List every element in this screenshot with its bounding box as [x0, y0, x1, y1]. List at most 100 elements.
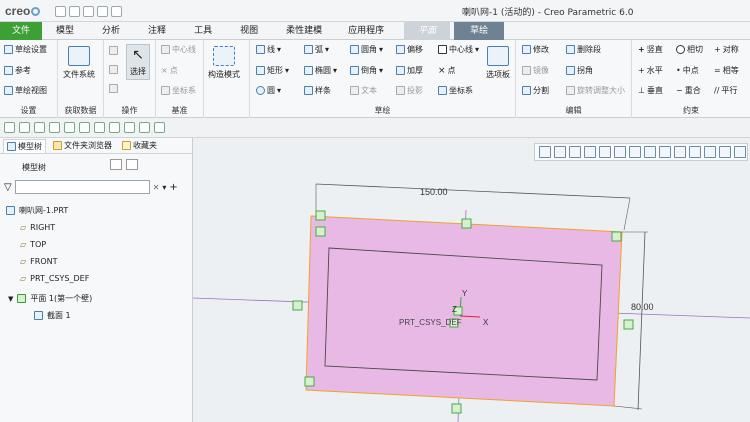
tree-item-section[interactable]: 截面 1	[6, 307, 191, 324]
refit-icon[interactable]	[539, 146, 551, 158]
display-style-icon[interactable]	[124, 122, 135, 133]
sketch-setup-button[interactable]: 草绘设置	[4, 44, 47, 55]
constraint-display-icon[interactable]	[719, 146, 731, 158]
sketch-view-icon[interactable]	[614, 146, 626, 158]
chamfer-button[interactable]: 倒角 ▾	[350, 65, 383, 76]
tree-item-part[interactable]: 喇叭网-1.PRT	[6, 202, 191, 219]
dimension-height-label[interactable]: 80.00	[631, 302, 654, 312]
tree-item-right[interactable]: ▱ RIGHT	[6, 219, 191, 236]
offset-button[interactable]: 偏移	[396, 44, 423, 55]
delete-segment-button[interactable]: 删除段	[566, 44, 601, 55]
zoom-in-icon[interactable]	[554, 146, 566, 158]
new-file-icon[interactable]	[4, 122, 15, 133]
file-system-button[interactable]: 文件系统	[63, 46, 95, 80]
equal-constraint-button[interactable]: = 相等	[714, 65, 739, 76]
drag-handle-bottom-left[interactable]	[304, 376, 315, 387]
tree-item-flat-wall[interactable]: ▼ 平面 1(第一个壁)	[6, 290, 191, 307]
tab-sketch[interactable]: 草绘	[454, 22, 505, 40]
drag-handle-top-right[interactable]	[611, 231, 622, 242]
tab-applications[interactable]: 应用程序	[336, 22, 396, 40]
rotate-resize-button[interactable]: 旋转调整大小	[566, 85, 625, 96]
tree-item-top[interactable]: ▱ TOP	[6, 236, 191, 253]
tab-model-tree[interactable]: 模型树	[3, 138, 46, 153]
drag-handle-top[interactable]	[461, 218, 472, 229]
centerline-button[interactable]: 中心线 ▾	[438, 44, 479, 55]
palette-button[interactable]: 选项板	[486, 46, 510, 80]
tab-flexible-modeling[interactable]: 柔性建模	[272, 22, 336, 40]
horizontal-constraint-button[interactable]: + 水平	[638, 65, 663, 76]
tab-flat[interactable]: 平面	[404, 22, 451, 40]
save-icon[interactable]	[83, 5, 94, 17]
symmetric-constraint-button[interactable]: + 对称	[714, 44, 739, 55]
sketcher-display-icon[interactable]	[659, 146, 671, 158]
divide-button[interactable]: 分割	[522, 85, 549, 96]
expand-arrow-icon[interactable]: ▼	[8, 295, 13, 303]
group-label-setup[interactable]: 设置	[0, 105, 57, 116]
tab-file[interactable]: 文件	[0, 22, 43, 40]
display-style-icon[interactable]	[629, 146, 641, 158]
coincident-constraint-button[interactable]: − 重合	[676, 85, 701, 96]
copy-icon[interactable]	[109, 65, 118, 74]
fillet-button[interactable]: 圆角 ▾	[350, 44, 383, 55]
circle-button[interactable]: 圆 ▾	[256, 85, 281, 96]
rectangle-button[interactable]: 矩形 ▾	[256, 65, 289, 76]
sketch-view-button[interactable]: 草绘视图	[4, 85, 47, 96]
drag-handle-right[interactable]	[623, 319, 634, 330]
flat-plate-face[interactable]	[305, 215, 623, 407]
line-button[interactable]: 线 ▾	[256, 44, 281, 55]
spin-center-icon[interactable]	[689, 146, 701, 158]
grid-display-icon[interactable]	[734, 146, 746, 158]
graphics-area[interactable]: 150.00 80.00 PRT_CSYS_DEF X Y Z	[193, 138, 750, 422]
add-item-icon[interactable]: +	[169, 182, 177, 193]
tree-search-input[interactable]	[14, 180, 150, 194]
text-button[interactable]: 文本	[350, 85, 377, 96]
group-label-constraint[interactable]: 约束	[632, 105, 750, 116]
perpendicular-constraint-button[interactable]: ⊥ 垂直	[638, 85, 663, 96]
filter-icon[interactable]: ▽	[4, 182, 12, 193]
datum-centerline-button[interactable]: 中心线	[161, 44, 196, 55]
section-view-icon[interactable]	[674, 146, 686, 158]
tab-analysis[interactable]: 分析	[88, 22, 134, 40]
tree-item-front[interactable]: ▱ FRONT	[6, 253, 191, 270]
drag-handle-left[interactable]	[292, 300, 303, 311]
tab-model[interactable]: 模型	[42, 22, 88, 40]
group-label-operations[interactable]: 操作	[104, 105, 155, 116]
datum-csys-button[interactable]: 坐标系	[161, 85, 196, 96]
datum-point-button[interactable]: × 点	[161, 65, 178, 76]
arc-button[interactable]: 弧 ▾	[304, 44, 329, 55]
tree-show-icon[interactable]	[126, 159, 138, 170]
close-window-icon[interactable]	[109, 122, 120, 133]
tangent-constraint-button[interactable]: 相切	[676, 44, 703, 55]
tab-annotate[interactable]: 注释	[134, 22, 180, 40]
modify-button[interactable]: 修改	[522, 44, 549, 55]
open-icon[interactable]	[69, 5, 80, 17]
vertical-constraint-button[interactable]: + 竖直	[638, 44, 663, 55]
mirror-button[interactable]: 镜像	[522, 65, 549, 76]
drag-handle-corner[interactable]	[315, 226, 326, 237]
datum-display-icon[interactable]	[644, 146, 656, 158]
tab-view[interactable]: 视图	[226, 22, 272, 40]
drag-handle-top-left[interactable]	[315, 210, 326, 221]
ellipse-button[interactable]: 椭圆 ▾	[304, 65, 337, 76]
paste-icon[interactable]	[109, 84, 118, 93]
redo-icon[interactable]	[64, 122, 75, 133]
zoom-out-icon[interactable]	[569, 146, 581, 158]
undo-icon[interactable]	[97, 5, 108, 17]
drag-handle-bottom[interactable]	[451, 403, 462, 414]
midpoint-constraint-button[interactable]: • 中点	[676, 65, 699, 76]
dimension-width-label[interactable]: 150.00	[420, 187, 448, 197]
construction-mode-button[interactable]: 构造模式	[208, 46, 240, 80]
tab-folder-browser[interactable]: 文件夹浏览器	[50, 139, 115, 152]
open-file-icon[interactable]	[19, 122, 30, 133]
spline-button[interactable]: 样条	[304, 85, 331, 96]
new-icon[interactable]	[55, 5, 66, 17]
tab-favorites[interactable]: 收藏夹	[119, 139, 160, 152]
thicken-button[interactable]: 加厚	[396, 65, 423, 76]
save-file-icon[interactable]	[34, 122, 45, 133]
cut-icon[interactable]	[109, 46, 118, 55]
repaint-icon[interactable]	[584, 146, 596, 158]
filter-dropdown-icon[interactable]: ▾	[162, 183, 166, 192]
parallel-constraint-button[interactable]: //平行	[714, 85, 737, 96]
saved-views-icon[interactable]	[599, 146, 611, 158]
annotation-display-icon[interactable]	[704, 146, 716, 158]
